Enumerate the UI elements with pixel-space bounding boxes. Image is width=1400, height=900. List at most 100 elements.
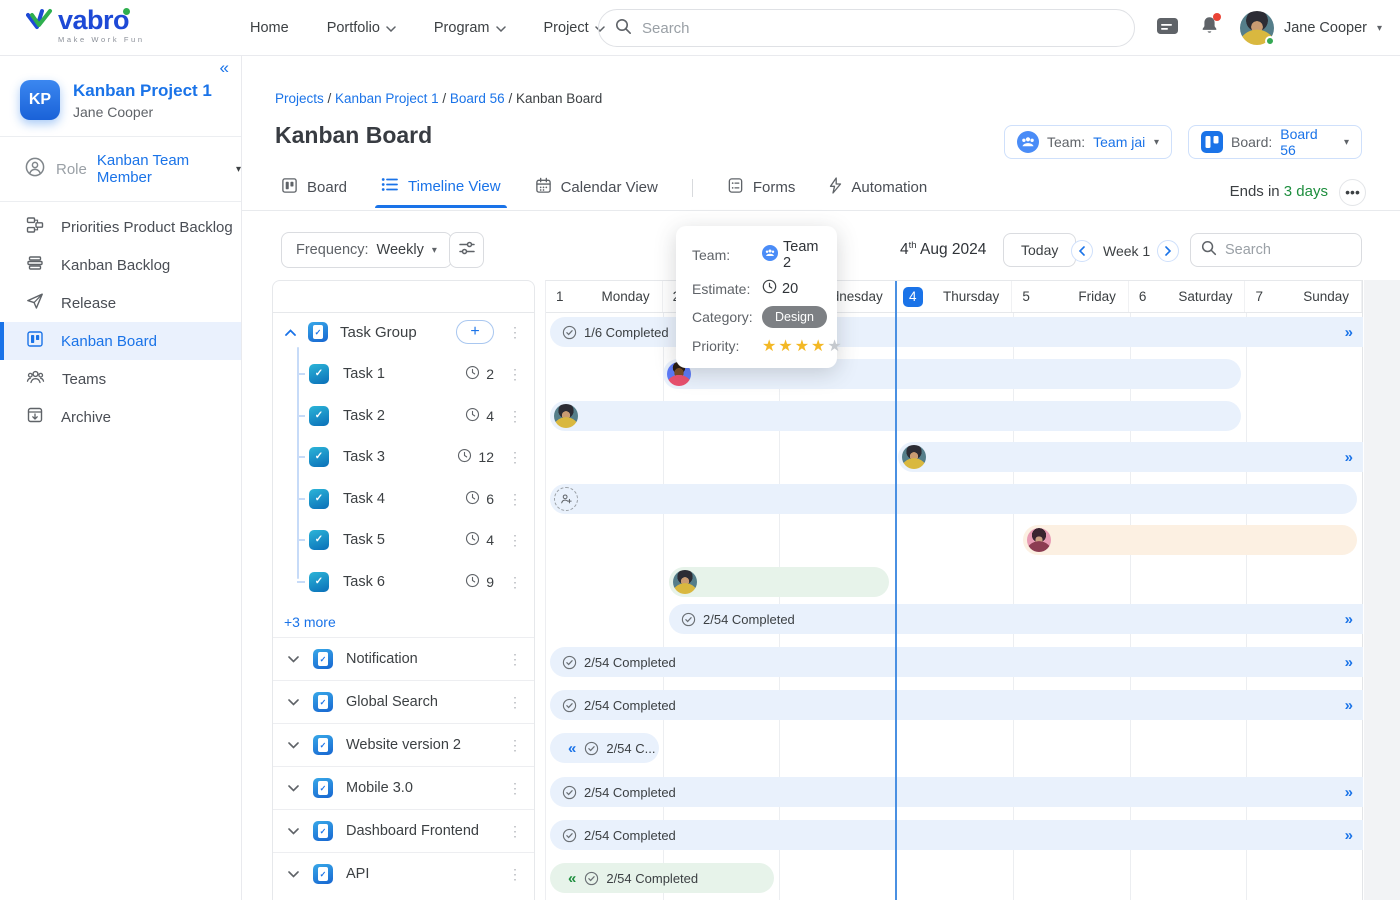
kebab-menu-icon[interactable]: ⋮ [508, 866, 522, 883]
more-options-button[interactable]: ••• [1339, 179, 1366, 206]
today-button[interactable]: Today [1003, 233, 1076, 267]
sidebar-item-kanban-backlog[interactable]: Kanban Backlog [0, 246, 241, 284]
continues-right-icon[interactable]: » [1345, 697, 1353, 714]
tab-forms[interactable]: Forms [727, 177, 796, 210]
timeline-bar[interactable]: 2/54 Completed» [550, 647, 1363, 677]
timeline-bar[interactable]: 2/54 Completed» [550, 690, 1363, 720]
previous-week-button[interactable] [1071, 240, 1093, 262]
task-row-task-4[interactable]: Task 4 6 ⋮ [273, 484, 534, 514]
timeline-bar[interactable]: 2/54 Completed» [550, 777, 1363, 807]
group-row-website-version-2[interactable]: Website version 2 ⋮ [273, 723, 534, 766]
timeline-bar[interactable]: 2/54 Completed» [669, 604, 1363, 634]
show-more-link[interactable]: +3 more [284, 614, 336, 630]
chevron-up-icon[interactable] [285, 323, 296, 341]
role-value: Kanban Team Member [97, 152, 226, 186]
timeline-bar[interactable] [669, 567, 889, 597]
kebab-menu-icon[interactable]: ⋮ [508, 366, 522, 383]
continues-right-icon[interactable]: » [1345, 654, 1353, 671]
sidebar-item-teams[interactable]: Teams [0, 360, 241, 398]
timeline-bar[interactable] [1023, 525, 1357, 555]
continues-right-icon[interactable]: » [1345, 784, 1353, 801]
next-week-button[interactable] [1157, 240, 1179, 262]
chevron-down-icon[interactable] [288, 822, 299, 840]
nav-item-portfolio[interactable]: Portfolio [327, 20, 396, 36]
breadcrumb-link-board-56[interactable]: Board 56 [450, 91, 505, 106]
timeline-bar[interactable]: 1/6 Completed» [550, 317, 1363, 347]
group-row-mobile-3-0[interactable]: Mobile 3.0 ⋮ [273, 766, 534, 809]
timeline-bar[interactable] [550, 484, 1357, 514]
user-menu[interactable]: Jane Cooper ▾ [1240, 11, 1382, 45]
sidebar-item-release[interactable]: Release [0, 284, 241, 322]
filter-button[interactable] [449, 232, 484, 268]
add-task-button[interactable]: + [456, 320, 494, 344]
chevron-down-icon[interactable] [288, 865, 299, 883]
chevron-down-icon[interactable] [288, 779, 299, 797]
kebab-menu-icon[interactable]: ⋮ [508, 737, 522, 754]
kebab-menu-icon[interactable]: ⋮ [508, 408, 522, 425]
group-row-notification[interactable]: Notification ⋮ [273, 637, 534, 680]
breadcrumb-link-kanban-project-1[interactable]: Kanban Project 1 [335, 91, 439, 106]
group-row-global-search[interactable]: Global Search ⋮ [273, 680, 534, 723]
kebab-menu-icon[interactable]: ⋮ [508, 324, 522, 341]
sidebar-collapse-icon[interactable]: « [220, 58, 229, 78]
continues-right-icon[interactable]: » [1345, 611, 1353, 628]
timeline-bar[interactable]: «2/54 Completed [550, 863, 774, 893]
timeline-search-input[interactable]: Search [1190, 233, 1362, 267]
kebab-menu-icon[interactable]: ⋮ [508, 574, 522, 591]
task-row-task-5[interactable]: Task 5 4 ⋮ [273, 525, 534, 555]
team-selector[interactable]: Team: Team jai ▾ [1004, 125, 1172, 159]
sidebar-item-kanban-board[interactable]: Kanban Board [0, 322, 241, 360]
global-search-input[interactable]: Search [598, 9, 1135, 47]
task-row-task-6[interactable]: Task 6 9 ⋮ [273, 567, 534, 597]
group-icon [313, 735, 333, 755]
nav-item-home[interactable]: Home [250, 20, 289, 36]
project-header: KP Kanban Project 1 Jane Cooper [0, 56, 241, 136]
notifications-bell-icon[interactable] [1199, 15, 1220, 42]
timeline-grid: 1 Monday 2 Tuesday 3 Wednesday 4 Thursda… [545, 280, 1363, 900]
timeline-bar[interactable]: «2/54 C... [550, 733, 659, 763]
messages-icon[interactable] [1156, 16, 1179, 41]
kebab-menu-icon[interactable]: ⋮ [508, 651, 522, 668]
star-icon: ★ [762, 338, 778, 355]
project-owner: Jane Cooper [73, 104, 212, 120]
kebab-menu-icon[interactable]: ⋮ [508, 780, 522, 797]
frequency-selector[interactable]: Frequency: Weekly ▾ [281, 232, 452, 268]
breadcrumb-link-projects[interactable]: Projects [275, 91, 324, 106]
continues-right-icon[interactable]: » [1345, 324, 1353, 341]
nav-item-program[interactable]: Program [434, 20, 506, 36]
sidebar-item-priorities-product-backlog[interactable]: Priorities Product Backlog [0, 208, 241, 246]
add-assignee-icon[interactable] [554, 487, 578, 511]
chevron-down-icon[interactable] [288, 736, 299, 754]
task-row-task-3[interactable]: Task 3 12 ⋮ [273, 442, 534, 472]
clock-icon [762, 279, 777, 298]
tab-timeline-view[interactable]: Timeline View [381, 177, 501, 208]
vabro-logo[interactable]: vabro Make Work Fun [26, 7, 145, 44]
kebab-menu-icon[interactable]: ⋮ [508, 823, 522, 840]
tab-automation[interactable]: Automation [829, 177, 927, 210]
sidebar-item-archive[interactable]: Archive [0, 398, 241, 436]
kebab-menu-icon[interactable]: ⋮ [508, 694, 522, 711]
group-row-dashboard-frontend[interactable]: Dashboard Frontend ⋮ [273, 809, 534, 852]
chevron-down-icon[interactable] [288, 693, 299, 711]
task-row-task-1[interactable]: Task 1 2 ⋮ [273, 359, 534, 389]
role-selector[interactable]: Role Kanban Team Member ▾ [0, 137, 241, 201]
star-icon: ★ [827, 338, 843, 355]
task-group-row[interactable]: Task Group + ⋮ [273, 317, 534, 347]
tab-calendar-view[interactable]: Calendar View [535, 177, 658, 210]
timeline-bar[interactable]: » [898, 442, 1363, 472]
group-row-api[interactable]: API ⋮ [273, 852, 534, 895]
continues-right-icon[interactable]: » [1345, 827, 1353, 844]
task-icon [309, 530, 329, 550]
tab-board[interactable]: Board [281, 177, 347, 210]
task-row-task-2[interactable]: Task 2 4 ⋮ [273, 401, 534, 431]
continues-right-icon[interactable]: » [1345, 449, 1353, 466]
kebab-menu-icon[interactable]: ⋮ [508, 491, 522, 508]
chevron-down-icon[interactable] [288, 650, 299, 668]
timeline-bar[interactable]: 2/54 Completed» [550, 820, 1363, 850]
search-icon [615, 18, 632, 39]
kebab-menu-icon[interactable]: ⋮ [508, 532, 522, 549]
nav-item-project[interactable]: Project [544, 20, 605, 36]
kebab-menu-icon[interactable]: ⋮ [508, 449, 522, 466]
team-icon [1017, 131, 1039, 153]
board-selector[interactable]: Board: Board 56 ▾ [1188, 125, 1362, 159]
